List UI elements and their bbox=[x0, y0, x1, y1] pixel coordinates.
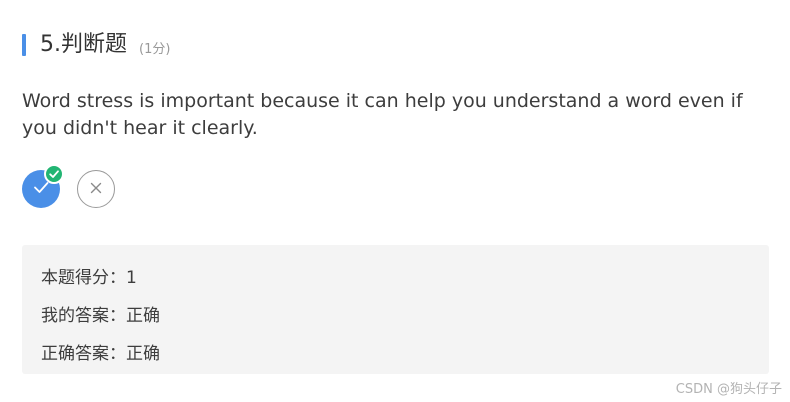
close-icon bbox=[89, 180, 103, 199]
question-page: 5.判断题 (1分) Word stress is important beca… bbox=[0, 0, 790, 402]
watermark: CSDN @狗头仔子 bbox=[675, 382, 782, 397]
accent-bar bbox=[22, 34, 26, 56]
section-header: 5.判断题 (1分) bbox=[22, 30, 170, 60]
section-score: (1分) bbox=[139, 41, 171, 57]
score-line: 本题得分：1 bbox=[41, 268, 137, 288]
false-option-button[interactable] bbox=[77, 170, 115, 208]
my-answer-line: 我的答案：正确 bbox=[41, 306, 160, 326]
question-text: Word stress is important because it can … bbox=[22, 90, 743, 139]
section-title: 5.判断题 bbox=[40, 32, 127, 57]
check-icon bbox=[48, 165, 60, 184]
correct-answer-line: 正确答案：正确 bbox=[41, 344, 160, 364]
result-panel: 本题得分：1 我的答案：正确 正确答案：正确 bbox=[22, 245, 769, 374]
selected-badge bbox=[44, 164, 64, 184]
